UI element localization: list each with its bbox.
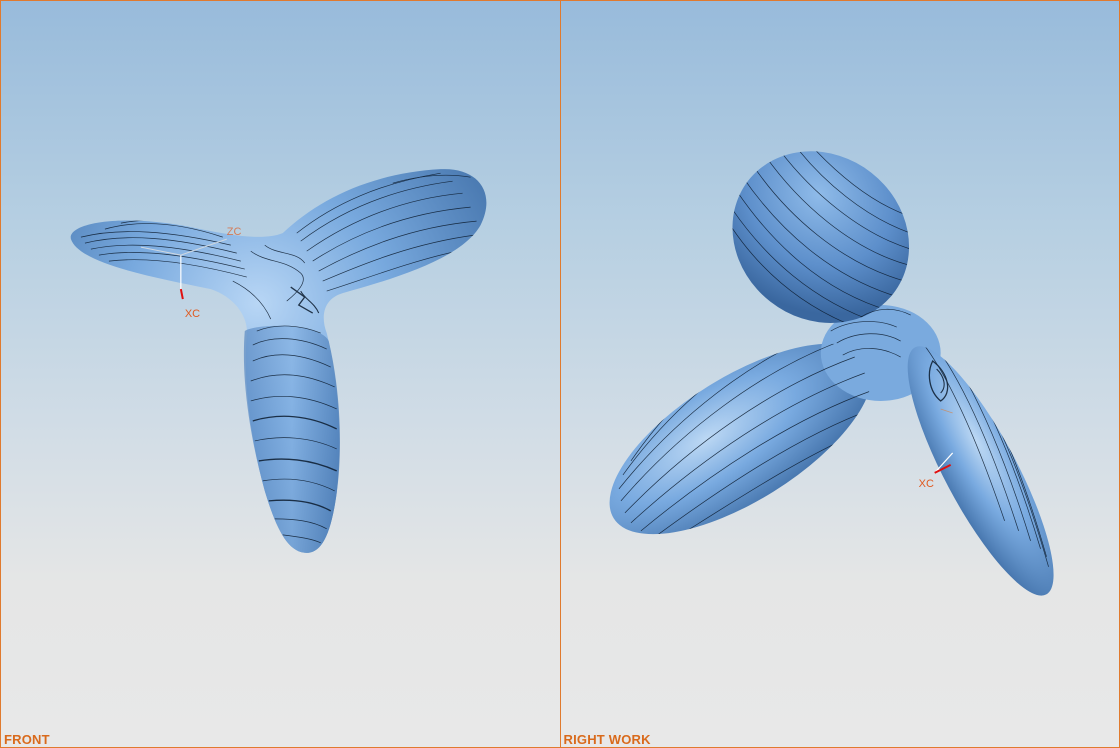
graphics-window: XC ZC FRONT XC RIGHT WORK <box>0 0 1120 748</box>
right-view-canvas[interactable]: XC <box>561 1 1120 747</box>
view-label-front: FRONT <box>4 732 50 747</box>
propeller-model[interactable] <box>70 169 487 553</box>
propeller-model[interactable] <box>580 116 1077 611</box>
axis-xc-label: XC <box>918 478 933 490</box>
axis-zc-label: ZC <box>227 226 242 238</box>
viewport-front[interactable]: XC ZC FRONT <box>1 1 561 747</box>
viewport-right-work[interactable]: XC RIGHT WORK <box>560 1 1120 747</box>
view-label-right-work: RIGHT WORK <box>563 732 651 747</box>
axis-xc-label: XC <box>185 308 200 320</box>
front-view-canvas[interactable]: XC ZC <box>1 1 560 747</box>
